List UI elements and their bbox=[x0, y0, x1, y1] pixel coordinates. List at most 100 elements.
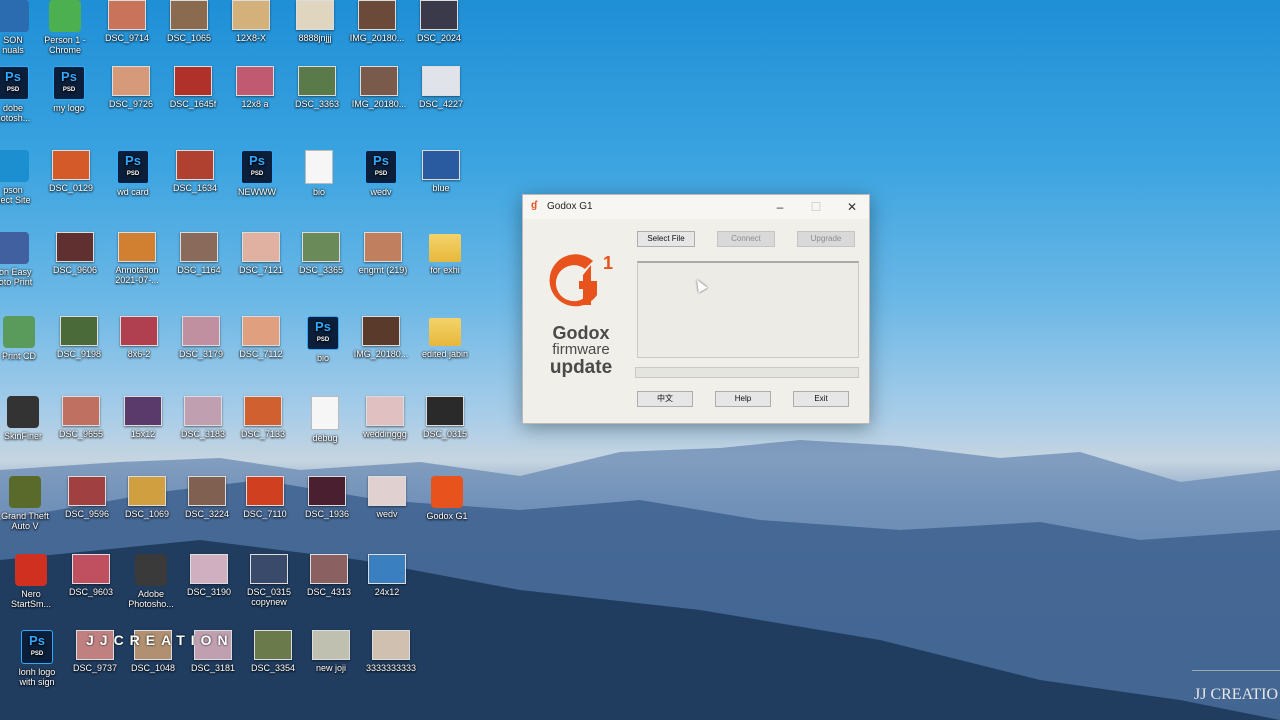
application-icon bbox=[49, 0, 81, 32]
close-button[interactable]: ✕ bbox=[837, 197, 867, 217]
desktop-icon-label: 12X8-X bbox=[235, 33, 267, 43]
application-icon bbox=[0, 0, 29, 32]
desktop-icon[interactable]: for exhi bbox=[408, 232, 482, 308]
image-thumbnail-icon bbox=[366, 396, 404, 426]
desktop-icon[interactable]: DSC_0315 bbox=[408, 396, 482, 472]
image-thumbnail-icon bbox=[372, 630, 410, 660]
image-thumbnail-icon bbox=[242, 232, 280, 262]
chinese-language-button[interactable]: 中文 bbox=[637, 391, 693, 407]
title-bar[interactable]: ɠ Godox G1 – ☐ ✕ bbox=[523, 195, 869, 219]
image-thumbnail-icon bbox=[120, 316, 158, 346]
image-thumbnail-icon bbox=[312, 630, 350, 660]
image-thumbnail-icon bbox=[62, 396, 100, 426]
progress-bar bbox=[635, 367, 859, 378]
image-thumbnail-icon bbox=[190, 554, 228, 584]
maximize-button: ☐ bbox=[810, 200, 822, 214]
application-icon bbox=[431, 476, 463, 508]
image-thumbnail-icon bbox=[422, 150, 460, 180]
image-thumbnail-icon bbox=[242, 316, 280, 346]
photoshop-file-icon: Ps PSD bbox=[21, 630, 53, 664]
desktop-icon[interactable]: Godox G1 bbox=[410, 476, 484, 552]
desktop-icon-label: 3333333333 bbox=[365, 663, 417, 673]
select-file-button[interactable]: Select File bbox=[637, 231, 695, 247]
brand-line-3: update bbox=[549, 357, 613, 378]
image-thumbnail-icon bbox=[244, 396, 282, 426]
image-thumbnail-icon bbox=[170, 0, 208, 30]
folder-icon bbox=[429, 318, 461, 346]
desktop-icon[interactable]: 3333333333 bbox=[354, 630, 428, 706]
image-thumbnail-icon bbox=[108, 0, 146, 30]
image-thumbnail-icon bbox=[176, 150, 214, 180]
image-thumbnail-icon bbox=[362, 316, 400, 346]
desktop-icon-label: DSC_0315 bbox=[422, 429, 468, 439]
image-thumbnail-icon bbox=[112, 66, 150, 96]
image-thumbnail-icon bbox=[296, 0, 334, 30]
photoshop-file-icon: Ps PSD bbox=[307, 316, 339, 350]
image-thumbnail-icon bbox=[426, 396, 464, 426]
brand-line-1: Godox bbox=[552, 323, 610, 343]
desktop-icon-label: DSC_2024 bbox=[416, 33, 462, 43]
log-output-box[interactable] bbox=[637, 261, 859, 358]
image-thumbnail-icon bbox=[298, 66, 336, 96]
exit-button[interactable]: Exit bbox=[793, 391, 849, 407]
photoshop-file-icon: Ps PSD bbox=[0, 66, 29, 100]
desktop-icon-label: blue bbox=[432, 183, 450, 193]
application-icon bbox=[15, 554, 47, 586]
connect-button: Connect bbox=[717, 231, 775, 247]
window-title: Godox G1 bbox=[547, 201, 593, 212]
application-icon bbox=[7, 396, 39, 428]
image-thumbnail-icon bbox=[68, 476, 106, 506]
godox-app-icon: ɠ bbox=[531, 200, 538, 211]
desktop-icons: SON nuals Person 1 - Chrome DSC_9714 DSC_10… bbox=[0, 0, 480, 720]
image-thumbnail-icon bbox=[364, 232, 402, 262]
desktop-icon[interactable]: IMG_20180... bbox=[344, 316, 418, 392]
folder-icon bbox=[429, 234, 461, 262]
desktop-icon[interactable]: edited jabin bbox=[408, 316, 482, 392]
application-icon bbox=[0, 150, 29, 182]
photoshop-file-icon: Ps PSD bbox=[117, 150, 149, 184]
svg-text:1: 1 bbox=[603, 253, 613, 273]
image-thumbnail-icon bbox=[188, 476, 226, 506]
upgrade-button: Upgrade bbox=[797, 231, 855, 247]
image-thumbnail-icon bbox=[302, 232, 340, 262]
desktop-icon-label: for exhi bbox=[430, 265, 460, 275]
minimize-button[interactable]: – bbox=[765, 197, 795, 217]
image-thumbnail-icon bbox=[60, 316, 98, 346]
desktop-icon-label: DSC_4227 bbox=[418, 99, 464, 109]
desktop-icon[interactable]: DSC_4227 bbox=[404, 66, 478, 142]
desktop-icon-label: edited jabin bbox=[421, 349, 469, 359]
application-icon bbox=[135, 554, 167, 586]
help-button[interactable]: Help bbox=[715, 391, 771, 407]
image-thumbnail-icon bbox=[420, 0, 458, 30]
desktop-icon[interactable]: blue bbox=[404, 150, 478, 226]
image-thumbnail-icon bbox=[72, 554, 110, 584]
image-thumbnail-icon bbox=[184, 396, 222, 426]
document-icon bbox=[305, 150, 333, 184]
image-thumbnail-icon bbox=[182, 316, 220, 346]
godox-firmware-logo: 1 Godox firmware update bbox=[541, 251, 621, 377]
image-thumbnail-icon bbox=[174, 66, 212, 96]
application-icon bbox=[3, 316, 35, 348]
watermark-right: JJ CREATIO bbox=[1194, 686, 1279, 703]
image-thumbnail-icon bbox=[124, 396, 162, 426]
image-thumbnail-icon bbox=[358, 0, 396, 30]
image-thumbnail-icon bbox=[310, 554, 348, 584]
image-thumbnail-icon bbox=[250, 554, 288, 584]
image-thumbnail-icon bbox=[56, 232, 94, 262]
desktop-icon[interactable]: DSC_2024 bbox=[402, 0, 476, 76]
watermark-divider bbox=[1192, 670, 1280, 671]
desktop-icon[interactable]: 24x12 bbox=[350, 554, 424, 630]
image-thumbnail-icon bbox=[254, 630, 292, 660]
desktop-icon-label: Godox G1 bbox=[426, 511, 468, 521]
desktop-icon-label: IMG_20180... bbox=[353, 349, 409, 359]
photoshop-file-icon: Ps PSD bbox=[241, 150, 273, 184]
image-thumbnail-icon bbox=[128, 476, 166, 506]
image-thumbnail-icon bbox=[52, 150, 90, 180]
image-thumbnail-icon bbox=[232, 0, 270, 30]
image-thumbnail-icon bbox=[118, 232, 156, 262]
image-thumbnail-icon bbox=[236, 66, 274, 96]
desktop-icon[interactable]: 12X8-X bbox=[214, 0, 288, 76]
image-thumbnail-icon bbox=[368, 554, 406, 584]
photoshop-file-icon: Ps PSD bbox=[53, 66, 85, 100]
image-thumbnail-icon bbox=[422, 66, 460, 96]
